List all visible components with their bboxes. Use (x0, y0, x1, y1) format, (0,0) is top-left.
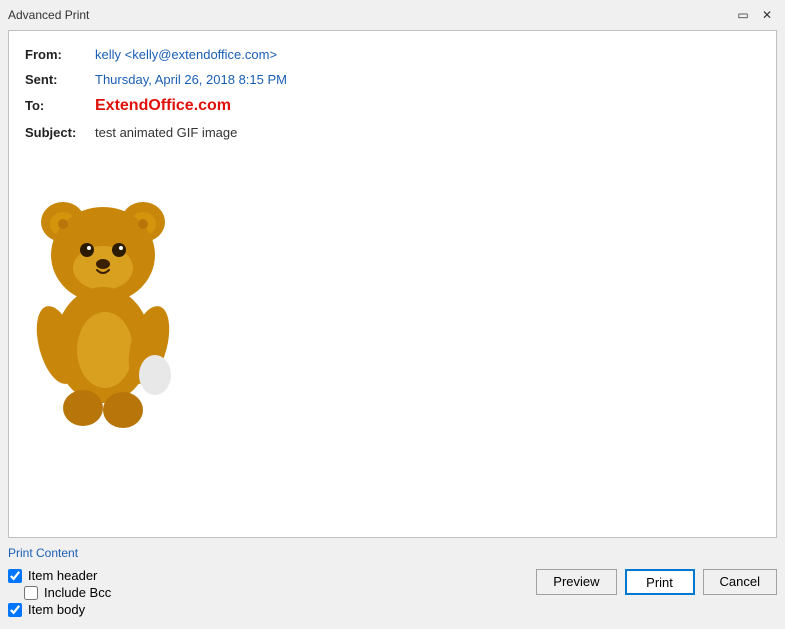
include-bcc-label[interactable]: Include Bcc (44, 585, 111, 600)
bottom-bar: Print Content Item header Include Bcc It… (8, 546, 777, 621)
close-button[interactable]: ✕ (757, 5, 777, 25)
sent-label: Sent: (25, 72, 95, 87)
from-label: From: (25, 47, 95, 62)
cancel-button[interactable]: Cancel (703, 569, 777, 595)
item-header-row: Item header (8, 568, 111, 583)
subject-label: Subject: (25, 125, 95, 140)
include-bcc-checkbox[interactable] (24, 586, 38, 600)
email-preview-panel: From: kelly <kelly@extendoffice.com> Sen… (8, 30, 777, 538)
bear-illustration (25, 160, 185, 430)
preview-button[interactable]: Preview (536, 569, 616, 595)
buttons-area: Preview Print Cancel (536, 569, 777, 595)
item-header-label[interactable]: Item header (28, 568, 97, 583)
to-field: To: ExtendOffice.com (25, 97, 760, 115)
to-label: To: (25, 98, 95, 113)
print-button[interactable]: Print (625, 569, 695, 595)
sent-value: Thursday, April 26, 2018 8:15 PM (95, 72, 287, 87)
maximize-button[interactable]: ▭ (733, 5, 753, 25)
subject-value: test animated GIF image (95, 125, 237, 140)
from-field: From: kelly <kelly@extendoffice.com> (25, 47, 760, 62)
window-title: Advanced Print (8, 8, 89, 22)
sent-field: Sent: Thursday, April 26, 2018 8:15 PM (25, 72, 760, 87)
bear-svg (25, 160, 185, 430)
item-body-row: Item body (8, 602, 111, 617)
subject-field: Subject: test animated GIF image (25, 125, 760, 140)
item-body-label[interactable]: Item body (28, 602, 85, 617)
titlebar-controls: ▭ ✕ (733, 5, 777, 25)
item-body-checkbox[interactable] (8, 603, 22, 617)
window: Advanced Print ▭ ✕ From: kelly <kelly@ex… (0, 0, 785, 629)
titlebar: Advanced Print ▭ ✕ (0, 0, 785, 30)
print-content-label: Print Content (8, 546, 111, 560)
bottom-section: Print Content Item header Include Bcc It… (8, 546, 777, 621)
content-area: From: kelly <kelly@extendoffice.com> Sen… (0, 30, 785, 629)
include-bcc-row: Include Bcc (8, 585, 111, 600)
item-header-checkbox[interactable] (8, 569, 22, 583)
from-value: kelly <kelly@extendoffice.com> (95, 47, 277, 62)
print-content-section: Print Content Item header Include Bcc It… (8, 546, 111, 617)
to-value: ExtendOffice.com (95, 97, 231, 115)
